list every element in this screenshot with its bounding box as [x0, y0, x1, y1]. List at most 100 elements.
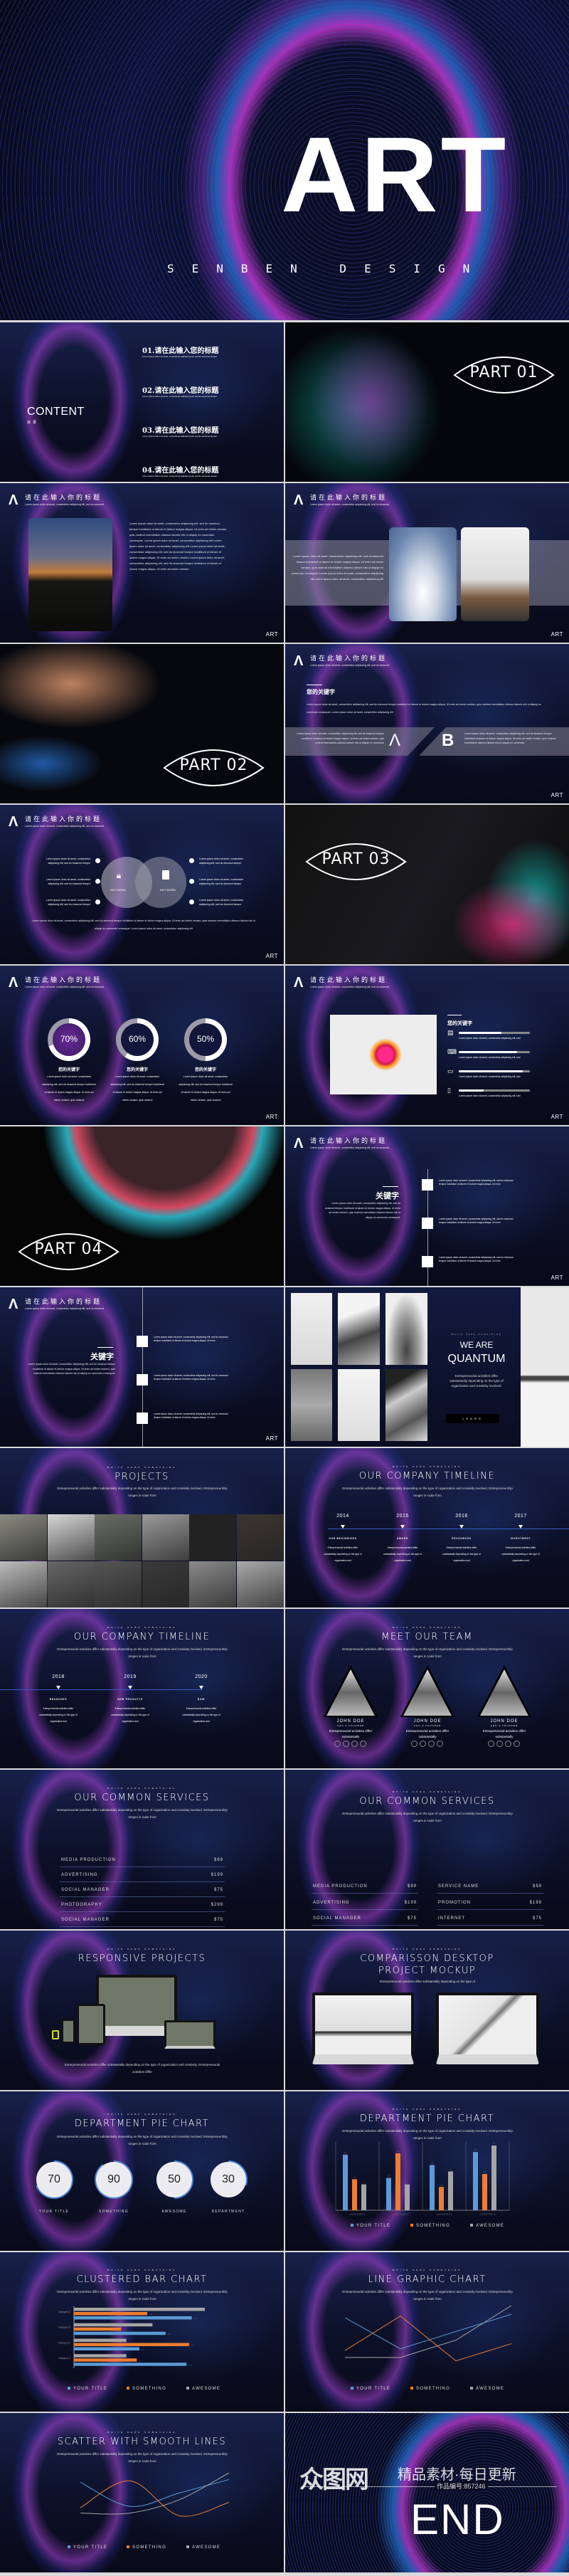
- progress-bar: [459, 1070, 530, 1072]
- slide-title: OUR COMPANY TIMELINE: [358, 1471, 496, 1482]
- progress-ring: 60%: [116, 1018, 159, 1061]
- pie-ring: 70: [35, 2160, 73, 2199]
- eyebrow: WRITE HERE SOMETHING: [451, 1334, 502, 1336]
- slide-subtitle: Lorem ipsum dolor sit amet, consectetur …: [25, 825, 104, 828]
- keyword-heading: 关键字: [376, 1192, 399, 1200]
- legend-swatch: [68, 2387, 70, 2390]
- project-photo: [47, 1561, 95, 1608]
- eyebrow: WRITE HERE SOMETHING: [107, 1787, 177, 1790]
- data-label: 4.5: [194, 2317, 198, 2320]
- logo-mark: Λ: [294, 975, 304, 991]
- twitter-icon[interactable]: [334, 1741, 341, 1747]
- legend-label: YOUR TITLE: [356, 2224, 390, 2228]
- gallery-photo: [291, 1369, 332, 1441]
- pie-value: 70: [36, 2162, 72, 2197]
- marker-triangle-icon: [128, 1686, 132, 1689]
- service-price: $75: [407, 1916, 417, 1921]
- part-badge: PART 02: [162, 742, 265, 793]
- timeline-year: 2018: [52, 1674, 65, 1679]
- service-row: PHOTOGRAPHY$299: [312, 1928, 418, 1930]
- eyebrow: WRITE HERE SOMETHING: [107, 1948, 177, 1951]
- legend-swatch: [186, 2387, 189, 2390]
- legend-swatch: [410, 2224, 413, 2227]
- instagram-icon[interactable]: [360, 1741, 366, 1747]
- slide-subtitle: Lorem ipsum dolor sit amet, consectetur …: [310, 664, 389, 667]
- progress-ring: 70%: [48, 1018, 90, 1061]
- slide-line-chart: WRITE HERE SOMETHING LINE GRAPHIC CHART …: [285, 2252, 569, 2412]
- ring-percent: 70%: [60, 1034, 78, 1044]
- contents-item-desc: Lorem ipsum dolor sit amet, consectetur …: [142, 435, 218, 438]
- contents-item-desc: Lorem ipsum dolor sit amet, consectetur …: [142, 355, 218, 358]
- linkedin-icon[interactable]: [428, 1741, 435, 1747]
- service-row: PHOTOGRAPHY$299: [60, 1928, 225, 1929]
- part-label: PART 01: [469, 364, 538, 381]
- service-name: PHOTOGRAPHY: [61, 1903, 102, 1907]
- member-role: CEO & FOUNDER: [413, 1724, 441, 1727]
- data-label: 2.4: [139, 2359, 142, 2362]
- facebook-icon[interactable]: [420, 1741, 426, 1747]
- twitter-icon[interactable]: [411, 1741, 418, 1747]
- bar: [74, 2338, 127, 2342]
- venn-item-text: Lorem ipsum dolor sit amet, consectetur …: [199, 857, 244, 865]
- member-name: JOHN DOE: [413, 1719, 442, 1724]
- service-row: SERVICE NAME $99: [437, 1880, 543, 1894]
- pie-value: 90: [96, 2162, 132, 2197]
- bar: [386, 2178, 391, 2210]
- slide-part-04: PART 04: [0, 1126, 284, 1286]
- gallery-photo: [338, 1369, 380, 1441]
- twitter-icon[interactable]: [488, 1741, 494, 1747]
- timeline-year: 2017: [514, 1514, 527, 1519]
- bar: [74, 2331, 166, 2335]
- data-label: 4.3: [344, 2152, 347, 2154]
- data-label: 4.3: [188, 2363, 192, 2366]
- pie-ring: 50: [155, 2160, 193, 2199]
- instagram-icon[interactable]: [437, 1741, 443, 1747]
- bar: [74, 2312, 148, 2316]
- slide-progress: Λ 请在此输入你的标题 Lorem ipsum dolor sit amet, …: [285, 966, 569, 1125]
- legend-label: AWESOME: [192, 2387, 220, 2391]
- slide-title: DEPARTMENT PIE CHART: [74, 2118, 210, 2129]
- timeline-label: INVESTMENT: [510, 1537, 531, 1540]
- marker-triangle-icon: [199, 1686, 203, 1689]
- slide-projects: WRITE HERE SOMETHING PROJECTS Entreprene…: [0, 1448, 284, 1608]
- bar: [473, 2152, 478, 2210]
- monitor-icon: ▭: [447, 1067, 454, 1075]
- service-name: SOCIAL MANAGER: [61, 1918, 110, 1922]
- linkedin-icon[interactable]: [351, 1741, 358, 1747]
- slide-title: 请在此输入你的标题: [310, 495, 388, 502]
- learn-button[interactable]: LEARN: [446, 1414, 499, 1423]
- marker-triangle-icon: [56, 1686, 60, 1689]
- a-letter: Λ: [389, 731, 401, 750]
- eyebrow: WRITE HERE SOMETHING: [107, 1626, 177, 1629]
- project-photo: [95, 1561, 142, 1608]
- slide-team: WRITE HERE SOMETHING MEET OUR TEAM Entre…: [285, 1609, 569, 1768]
- timeline-text: Entrepreneurial activities differ substa…: [501, 1546, 540, 1562]
- end-title: END: [410, 2496, 505, 2543]
- facebook-icon[interactable]: [496, 1741, 503, 1747]
- slide-timeline-left: Λ 请在此输入你的标题 Lorem ipsum dolor sit amet, …: [0, 1287, 284, 1447]
- linkedin-icon[interactable]: [505, 1741, 511, 1747]
- marker-triangle-icon: [519, 1525, 523, 1529]
- timeline-text: Lorem ipsum dolor sit amet, consectetur …: [439, 1256, 514, 1262]
- project-photo: [189, 1561, 236, 1608]
- venn-item-text: Lorem ipsum dolor sit amet, consectetur …: [199, 899, 244, 906]
- timeline-text: Entrepreneurial activities differ substa…: [182, 1707, 220, 1723]
- pie-label: SOMETHING: [99, 2210, 129, 2214]
- slide-subtitle: Lorem ipsum dolor sit amet, consectetur …: [25, 1307, 104, 1310]
- data-label: 2.5: [388, 2175, 390, 2178]
- logo-mark: Λ: [294, 653, 304, 669]
- service-price: $99: [213, 1858, 223, 1862]
- slide-title: 请在此输入你的标题: [25, 495, 102, 502]
- timeline-label: NEW PRODUCTS: [117, 1698, 143, 1701]
- project-photo: [47, 1514, 95, 1561]
- venn-item-text: Lorem ipsum dolor sit amet, consectetur …: [46, 899, 90, 906]
- service-name: MEDIA PRODUCTION: [61, 1858, 116, 1862]
- bar: [74, 2358, 137, 2362]
- facebook-icon[interactable]: [343, 1741, 349, 1747]
- timeline-box: [422, 1218, 433, 1229]
- slide-band-photos: Λ 请在此输入你的标题 Lorem ipsum dolor sit amet, …: [285, 483, 569, 643]
- instagram-icon[interactable]: [514, 1741, 520, 1747]
- footer-brand: ART: [265, 631, 278, 638]
- service-row: MEDIA PRODUCTION $99: [60, 1854, 225, 1867]
- legend-label: AWESOME: [476, 2387, 504, 2391]
